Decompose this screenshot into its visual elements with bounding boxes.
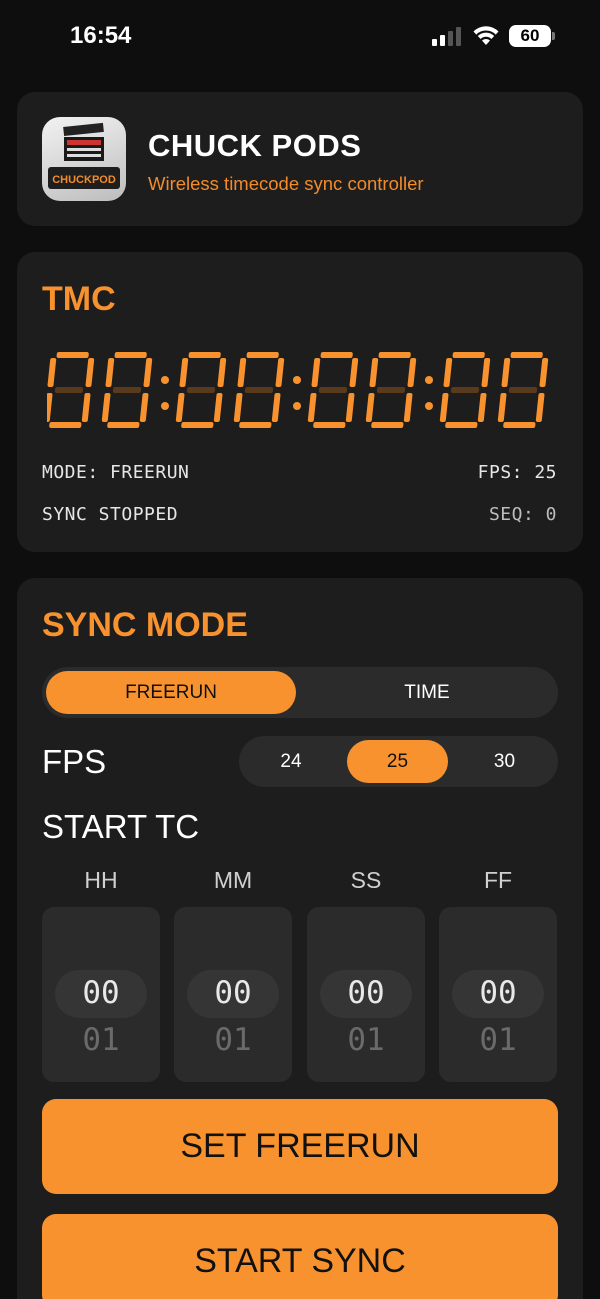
timecode-digit (101, 352, 153, 428)
battery-indicator: 60 (509, 25, 551, 47)
set-freerun-button[interactable]: SET FREERUN (42, 1099, 558, 1194)
seq-readout: SEQ: 0 (488, 504, 557, 525)
frames-picker[interactable]: 00 01 (439, 907, 557, 1082)
start-sync-button[interactable]: START SYNC (42, 1214, 558, 1299)
timecode-colon (293, 376, 301, 410)
timecode-digit (47, 352, 95, 428)
hours-label: HH (84, 867, 118, 893)
timecode-display (47, 352, 549, 428)
app-logo: CHUCKPOD (42, 117, 126, 201)
timecode-digit (497, 352, 549, 428)
fps-option-24[interactable]: 24 (243, 740, 339, 783)
logo-text: CHUCKPOD (52, 174, 116, 186)
timecode-digit (307, 352, 359, 428)
sync-mode-card: SYNC MODE FREERUN TIME FPS 24 25 30 STAR… (17, 578, 583, 1299)
seconds-picker[interactable]: 00 01 (307, 907, 425, 1082)
frames-value: 00 (479, 975, 517, 1011)
hours-value: 00 (82, 975, 120, 1011)
mode-readout: MODE: FREERUN (42, 462, 190, 483)
timecode-colon (161, 376, 169, 410)
hours-next-value: 01 (82, 1022, 120, 1058)
minutes-label: MM (213, 867, 253, 893)
sync-mode-title: SYNC MODE (42, 606, 248, 644)
app-title: CHUCK PODS (148, 128, 362, 163)
battery-cap (552, 32, 555, 40)
status-bar: 16:54 60 (0, 0, 600, 72)
timecode-digit (175, 352, 227, 428)
minutes-value: 00 (214, 975, 252, 1011)
fps-segmented-control: 24 25 30 (239, 736, 558, 787)
wifi-icon (473, 26, 499, 45)
timecode-digit (439, 352, 491, 428)
mode-option-time[interactable]: TIME (300, 671, 554, 714)
status-time: 16:54 (70, 22, 132, 49)
seconds-value: 00 (347, 975, 385, 1011)
mode-segmented-control: FREERUN TIME (42, 667, 558, 718)
sync-status: SYNC STOPPED (42, 504, 179, 525)
fps-label: FPS (42, 743, 107, 780)
seconds-next-value: 01 (347, 1022, 385, 1058)
timecode-digit (365, 352, 417, 428)
tmc-title: TMC (42, 280, 116, 318)
frames-next-value: 01 (479, 1022, 517, 1058)
start-tc-label: START TC (42, 808, 200, 845)
app-subtitle: Wireless timecode sync controller (148, 173, 424, 194)
mode-option-freerun[interactable]: FREERUN (46, 671, 296, 714)
clapperboard-icon: CHUCKPOD (48, 122, 120, 189)
cellular-signal-icon (432, 26, 462, 46)
frames-label: FF (483, 867, 513, 893)
header-card: CHUCKPOD CHUCK PODS Wireless timecode sy… (17, 92, 583, 226)
seconds-label: SS (350, 867, 382, 893)
minutes-picker[interactable]: 00 01 (174, 907, 292, 1082)
fps-option-30[interactable]: 30 (455, 740, 554, 783)
hours-picker[interactable]: 00 01 (42, 907, 160, 1082)
minutes-next-value: 01 (214, 1022, 252, 1058)
tmc-card: TMC MODE: FREERUN FPS: 25 SYNC STOPPED S… (17, 252, 583, 552)
timecode-colon (425, 376, 433, 410)
timecode-digit (233, 352, 285, 428)
fps-option-25[interactable]: 25 (347, 740, 448, 783)
fps-readout: FPS: 25 (477, 462, 557, 483)
